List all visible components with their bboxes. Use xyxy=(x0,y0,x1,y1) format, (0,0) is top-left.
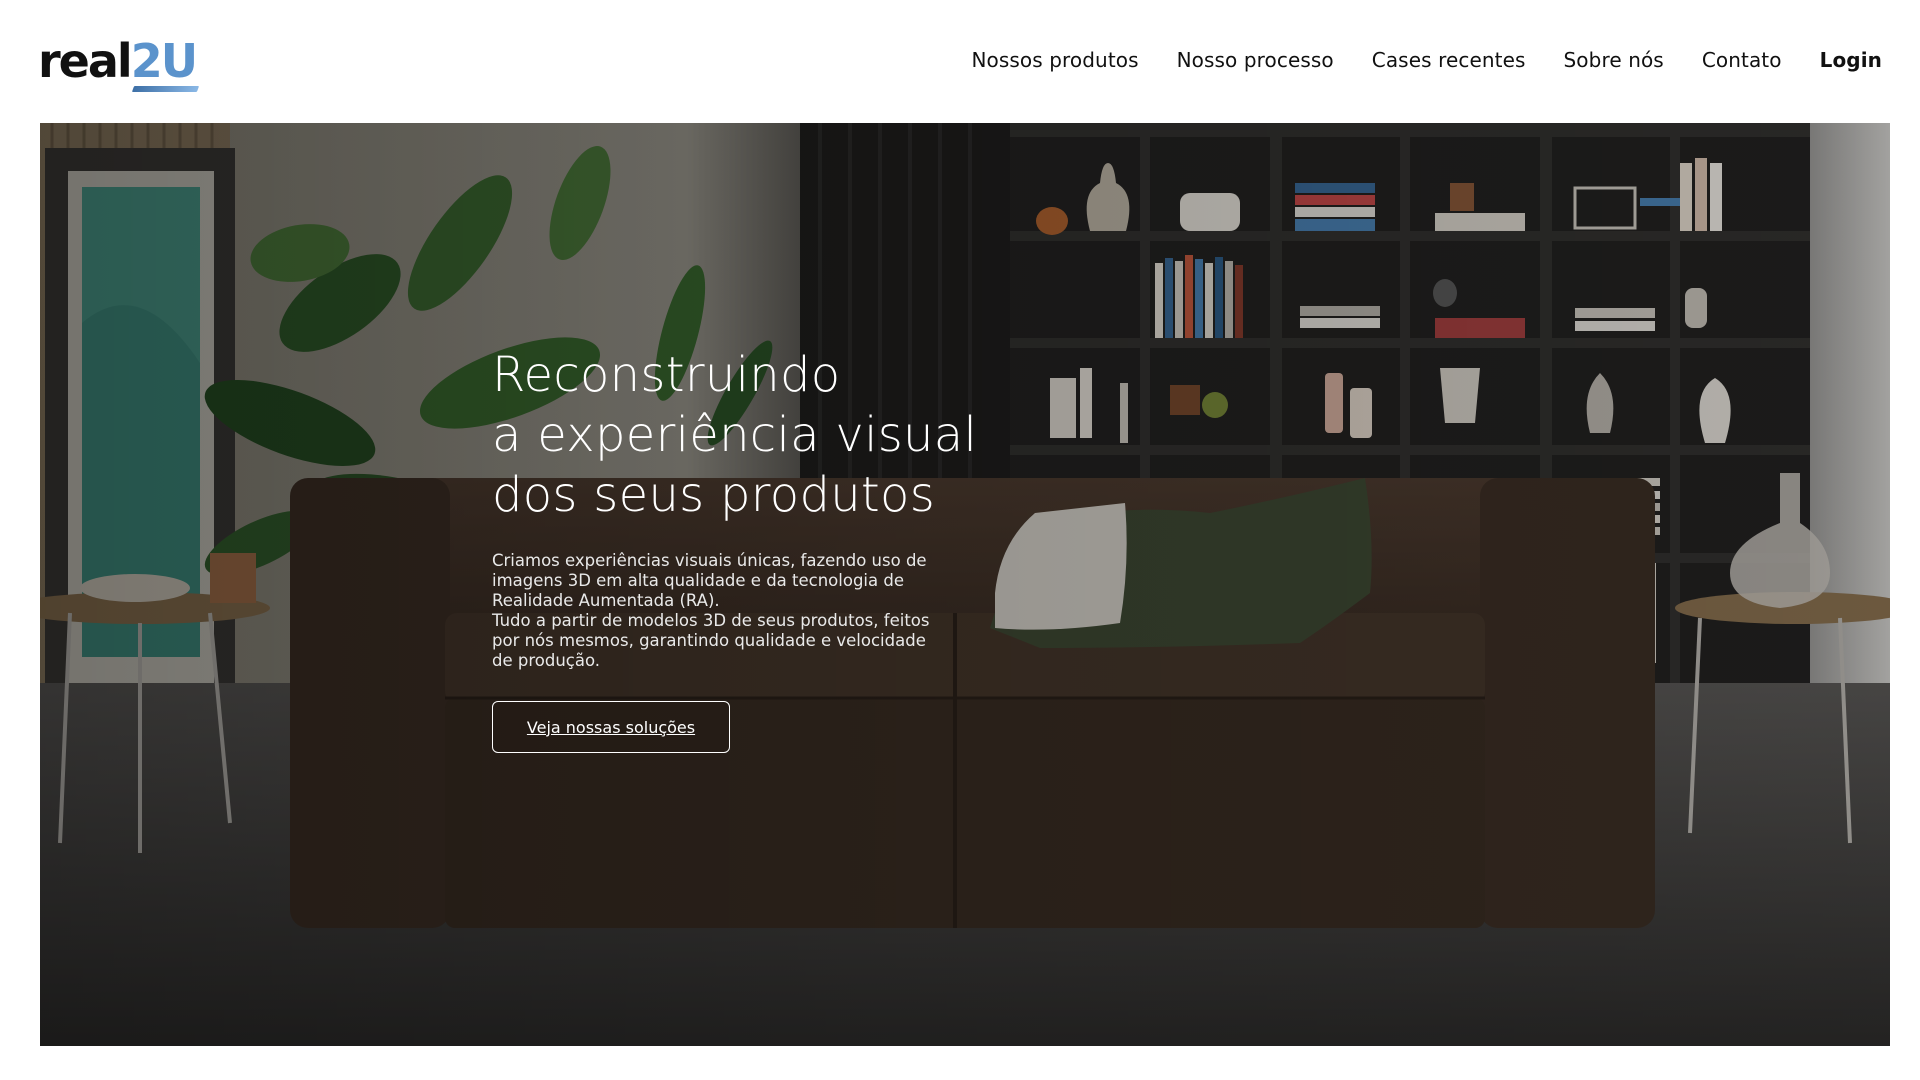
main-nav: Nossos produtos Nosso processo Cases rec… xyxy=(971,48,1882,72)
see-solutions-button[interactable]: Veja nossas soluções xyxy=(492,701,730,753)
site-header: real 2U Nossos produtos Nosso processo C… xyxy=(0,0,1920,123)
hero-title-line: dos seus produtos xyxy=(492,467,936,523)
hero-title-line: Reconstruindo xyxy=(492,347,841,403)
nav-item-cases-recentes[interactable]: Cases recentes xyxy=(1372,48,1526,72)
hero-title-line: a experiência visual xyxy=(492,407,978,463)
hero-description-line: de produção. xyxy=(492,651,601,670)
hero-section: Reconstruindo a experiência visual dos s… xyxy=(40,123,1890,1046)
nav-item-sobre-nos[interactable]: Sobre nós xyxy=(1564,48,1664,72)
hero-description-line: por nós mesmos, garantindo qualidade e v… xyxy=(492,631,926,650)
nav-item-contato[interactable]: Contato xyxy=(1702,48,1782,72)
hero-title: Reconstruindo a experiência visual dos s… xyxy=(492,345,1012,525)
brand-logo[interactable]: real 2U xyxy=(38,34,198,88)
logo-text-real: real xyxy=(38,34,133,88)
nav-item-nosso-processo[interactable]: Nosso processo xyxy=(1177,48,1334,72)
login-link[interactable]: Login xyxy=(1820,48,1882,72)
hero-content: Reconstruindo a experiência visual dos s… xyxy=(492,345,1012,753)
hero-description-line: Criamos experiências visuais únicas, faz… xyxy=(492,551,927,570)
hero-description-line: Tudo a partir de modelos 3D de seus prod… xyxy=(492,611,930,630)
hero-description-line: imagens 3D em alta qualidade e da tecnol… xyxy=(492,571,904,590)
hero-description: Criamos experiências visuais únicas, faz… xyxy=(492,551,962,671)
hero-description-line: Realidade Aumentada (RA). xyxy=(492,591,720,610)
logo-text-2u: 2U xyxy=(130,34,198,88)
nav-item-nossos-produtos[interactable]: Nossos produtos xyxy=(971,48,1138,72)
